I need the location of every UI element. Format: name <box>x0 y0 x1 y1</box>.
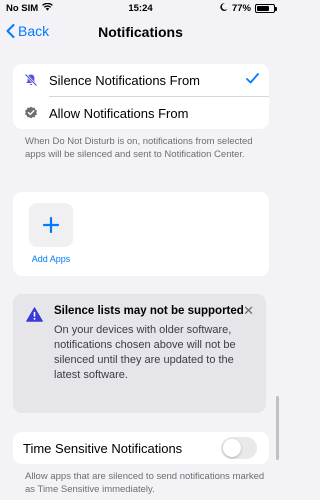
time-sensitive-toggle[interactable] <box>221 437 257 459</box>
page-title: Notifications <box>98 24 183 40</box>
option-silence-notifications[interactable]: Silence Notifications From <box>13 64 269 96</box>
battery-fill <box>257 6 270 11</box>
option-silence-label: Silence Notifications From <box>49 72 200 88</box>
option-allow-label: Allow Notifications From <box>49 105 189 121</box>
add-apps-card: Add Apps <box>13 192 269 276</box>
toggle-knob <box>223 439 241 457</box>
warning-body: On your devices with older software, not… <box>54 324 236 381</box>
battery-icon <box>255 4 277 13</box>
checkmark-icon <box>246 71 259 89</box>
warning-banner: Silence lists may not be supported ✕ On … <box>13 294 266 413</box>
time-sensitive-row: Time Sensitive Notifications <box>13 432 269 464</box>
navigation-bar: Back Notifications <box>0 18 281 46</box>
scrollbar[interactable] <box>276 396 279 460</box>
battery-percent: 77% <box>231 3 251 14</box>
verified-badge-icon <box>23 105 39 121</box>
mode-footnote: When Do Not Disturb is on, notifications… <box>25 136 253 160</box>
plus-icon <box>42 216 60 234</box>
status-bar: No SIM 15:24 77% <box>0 0 281 16</box>
add-apps-button[interactable] <box>29 203 73 247</box>
mode-options-group: Silence Notifications From Allow Notific… <box>13 64 269 129</box>
status-right: 77% <box>220 3 277 14</box>
bell-slash-icon <box>23 72 39 88</box>
close-icon[interactable]: ✕ <box>243 303 254 319</box>
moon-icon <box>220 3 228 14</box>
time-sensitive-footnote: Allow apps that are silenced to send not… <box>25 471 265 495</box>
warning-title: Silence lists may not be supported <box>54 305 244 317</box>
add-apps-label[interactable]: Add Apps <box>19 254 83 264</box>
option-allow-notifications[interactable]: Allow Notifications From <box>13 97 269 129</box>
warning-icon <box>26 307 43 327</box>
